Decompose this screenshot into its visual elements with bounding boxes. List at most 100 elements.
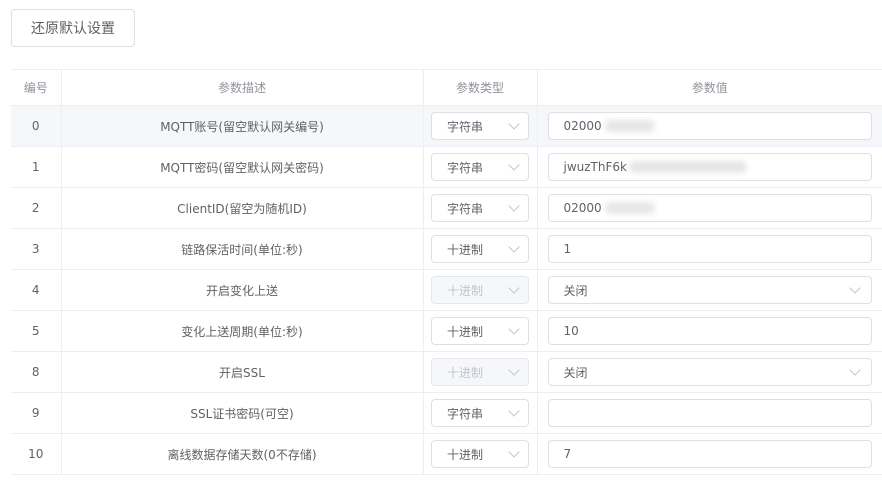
- row-index: 1: [11, 146, 62, 188]
- row-type-cell: 字符串: [423, 392, 538, 434]
- row-type-cell: 字符串: [423, 105, 538, 147]
- row-value-cell: jwuzThF6k: [537, 146, 882, 188]
- value-text: 关闭: [563, 365, 588, 380]
- row-value-cell: 02000: [537, 105, 882, 147]
- row-description: 变化上送周期(单位:秒): [61, 310, 424, 352]
- header-description: 参数描述: [61, 69, 424, 106]
- chevron-down-icon: [508, 241, 520, 253]
- value-input[interactable]: jwuzThF6k: [547, 153, 872, 181]
- chevron-down-icon: [508, 364, 520, 376]
- params-table: 编号 参数描述 参数类型 参数值 0 MQTT账号(留空默认网关编号) 字符串 020…: [11, 69, 882, 475]
- chevron-down-icon: [508, 282, 520, 294]
- type-select: 十进制: [431, 358, 529, 386]
- row-type-cell: 十进制: [423, 228, 538, 270]
- value-input[interactable]: 7: [547, 440, 872, 468]
- type-select[interactable]: 十进制: [431, 440, 529, 468]
- value-input[interactable]: [547, 399, 872, 427]
- row-description: 链路保活时间(单位:秒): [61, 228, 424, 270]
- chevron-down-icon: [508, 118, 520, 130]
- type-select[interactable]: 字符串: [431, 153, 529, 181]
- row-description: 开启SSL: [61, 351, 424, 393]
- header-value: 参数值: [537, 69, 882, 106]
- row-description: 离线数据存储天数(0不存储): [61, 433, 424, 475]
- value-input[interactable]: 02000: [547, 112, 872, 140]
- row-type-cell: 十进制: [423, 351, 538, 393]
- table-row: 4 开启变化上送 十进制 关闭: [11, 269, 882, 311]
- type-select[interactable]: 字符串: [431, 112, 529, 140]
- value-input[interactable]: 10: [547, 317, 872, 345]
- row-type-cell: 十进制: [423, 269, 538, 311]
- value-text: 10: [563, 324, 579, 338]
- value-text: 关闭: [563, 283, 588, 298]
- row-value-cell: 10: [537, 310, 882, 352]
- type-select[interactable]: 字符串: [431, 194, 529, 222]
- value-text: 02000: [563, 201, 602, 215]
- chevron-down-icon: [848, 364, 861, 376]
- table-row: 10 离线数据存储天数(0不存储) 十进制 7: [11, 433, 882, 475]
- table-header-row: 编号 参数描述 参数类型 参数值: [11, 69, 882, 106]
- row-description: ClientID(留空为随机ID): [61, 187, 424, 229]
- type-select-value: 字符串: [447, 160, 484, 175]
- row-description: MQTT密码(留空默认网关密码): [61, 146, 424, 188]
- type-select[interactable]: 十进制: [431, 317, 529, 345]
- value-input[interactable]: 1: [547, 235, 872, 263]
- row-description: 开启变化上送: [61, 269, 424, 311]
- row-type-cell: 十进制: [423, 310, 538, 352]
- row-index: 8: [11, 351, 62, 393]
- row-type-cell: 字符串: [423, 146, 538, 188]
- type-select-value: 十进制: [447, 283, 484, 298]
- table-row: 0 MQTT账号(留空默认网关编号) 字符串 02000: [11, 105, 882, 147]
- redaction-blur: [604, 120, 655, 132]
- value-text: 02000: [563, 119, 602, 133]
- type-select-value: 字符串: [447, 119, 484, 134]
- row-index: 5: [11, 310, 62, 352]
- type-select: 十进制: [431, 276, 529, 304]
- chevron-down-icon: [508, 405, 520, 417]
- value-text: jwuzThF6k: [563, 160, 627, 174]
- row-value-cell: 关闭: [537, 269, 882, 311]
- row-value-cell: 7: [537, 433, 882, 475]
- type-select-value: 十进制: [447, 447, 484, 462]
- header-index: 编号: [11, 69, 62, 106]
- type-select-value: 十进制: [447, 324, 484, 339]
- value-select[interactable]: 关闭: [547, 276, 872, 304]
- row-index: 9: [11, 392, 62, 434]
- value-select[interactable]: 关闭: [547, 358, 872, 386]
- row-index: 0: [11, 105, 62, 147]
- type-select[interactable]: 十进制: [431, 235, 529, 263]
- row-index: 2: [11, 187, 62, 229]
- type-select[interactable]: 字符串: [431, 399, 529, 427]
- row-description: MQTT账号(留空默认网关编号): [61, 105, 424, 147]
- chevron-down-icon: [508, 446, 520, 458]
- redaction-blur: [604, 202, 655, 214]
- row-description: SSL证书密码(可空): [61, 392, 424, 434]
- table-row: 1 MQTT密码(留空默认网关密码) 字符串 jwuzThF6k: [11, 146, 882, 188]
- chevron-down-icon: [848, 282, 861, 294]
- row-value-cell: [537, 392, 882, 434]
- type-select-value: 十进制: [447, 242, 484, 257]
- table-row: 8 开启SSL 十进制 关闭: [11, 351, 882, 393]
- table-row: 3 链路保活时间(单位:秒) 十进制 1: [11, 228, 882, 270]
- type-select-value: 字符串: [447, 201, 484, 216]
- value-text: 7: [563, 447, 572, 461]
- row-index: 4: [11, 269, 62, 311]
- type-select-value: 字符串: [447, 406, 484, 421]
- row-type-cell: 字符串: [423, 187, 538, 229]
- value-text: 1: [563, 242, 572, 256]
- row-value-cell: 1: [537, 228, 882, 270]
- chevron-down-icon: [508, 323, 520, 335]
- value-input[interactable]: 02000: [547, 194, 872, 222]
- table-row: 2 ClientID(留空为随机ID) 字符串 02000: [11, 187, 882, 229]
- row-type-cell: 十进制: [423, 433, 538, 475]
- chevron-down-icon: [508, 200, 520, 212]
- type-select-value: 十进制: [447, 365, 484, 380]
- reset-defaults-button[interactable]: 还原默认设置: [11, 9, 135, 47]
- table-row: 5 变化上送周期(单位:秒) 十进制 10: [11, 310, 882, 352]
- row-index: 10: [11, 433, 62, 475]
- chevron-down-icon: [508, 159, 520, 171]
- row-value-cell: 02000: [537, 187, 882, 229]
- row-value-cell: 关闭: [537, 351, 882, 393]
- row-index: 3: [11, 228, 62, 270]
- table-row: 9 SSL证书密码(可空) 字符串: [11, 392, 882, 434]
- redaction-blur: [628, 161, 747, 173]
